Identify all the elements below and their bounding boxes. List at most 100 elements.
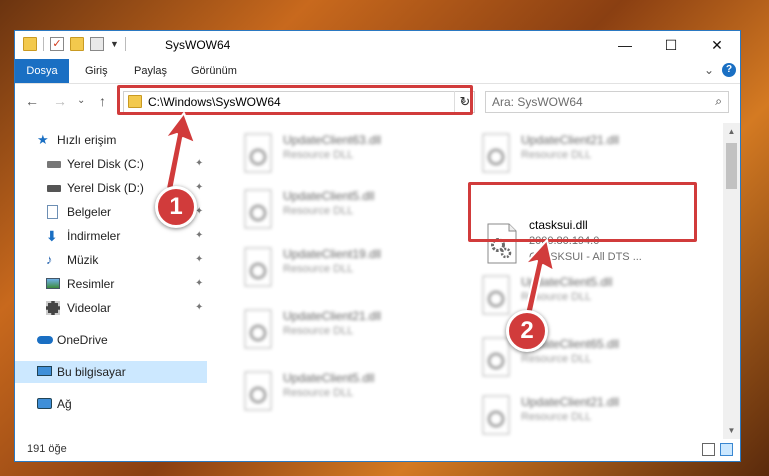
dll-file-icon [241,247,275,289]
pin-icon[interactable]: ✦ [195,153,203,175]
dll-file-icon [241,371,275,413]
rename-icon[interactable] [90,37,104,51]
file-name: UpdateClient21.dll [521,133,620,147]
file-item[interactable]: UpdateClient21.dll Resource DLL [471,129,701,179]
forward-button[interactable]: → [53,93,67,109]
star-icon: ★ [37,132,49,147]
file-list: UpdateClient63.dll Resource DLL UpdateCl… [213,123,723,439]
item-count: 191 öğe [27,443,67,455]
tab-home[interactable]: Giriş [85,59,108,83]
folder-icon[interactable] [23,37,37,51]
file-item[interactable]: UpdateClient5.dll Resource DLL [233,367,463,417]
details-view-icon[interactable] [702,443,715,456]
up-button[interactable]: ↑ [99,93,106,109]
file-description: Resource DLL [283,205,354,217]
dll-file-icon [479,275,513,317]
sidebar-item-label: İndirmeler [67,229,121,243]
customize-toolbar-icon[interactable]: ▼ [110,39,119,49]
search-placeholder: Ara: SysWOW64 [492,95,583,109]
file-highlight [468,182,697,242]
toolbar-separator [124,37,126,51]
dll-file-icon [241,309,275,351]
status-bar: 191 öğe [15,439,740,461]
sidebar-item-local-disk-c[interactable]: Yerel Disk (C:) ✦ [15,153,207,175]
pin-icon[interactable]: ✦ [195,273,203,295]
music-icon: ♪ [46,252,53,267]
toolbar-separator [43,37,44,51]
file-item[interactable]: UpdateClient65.dll Resource DLL [471,333,701,383]
sidebar-item-this-pc[interactable]: Bu bilgisayar [15,361,207,383]
drive-icon [47,161,61,168]
sidebar-item-downloads[interactable]: ⬇ İndirmeler ✦ [15,225,207,247]
sidebar-item-label: OneDrive [57,333,108,347]
recent-locations-button[interactable]: ⌄ [77,95,85,106]
file-name: UpdateClient5.dll [283,371,375,385]
dll-file-icon [241,133,275,175]
close-button[interactable]: ✕ [694,31,740,59]
search-icon[interactable]: ⌕ [715,94,722,109]
scrollbar-thumb[interactable] [726,143,737,189]
sidebar-item-network[interactable]: Ağ [15,393,207,415]
pictures-icon [46,278,60,289]
cloud-icon [37,336,53,344]
window-title: SysWOW64 [165,38,231,52]
file-description: Resource DLL [283,263,354,275]
new-folder-icon[interactable] [70,37,84,51]
tab-file[interactable]: Dosya [15,59,69,83]
sidebar-item-label: Bu bilgisayar [57,365,126,379]
sidebar-item-label: Müzik [67,253,99,267]
download-icon: ⬇ [46,228,58,244]
file-item[interactable]: UpdateClient5.dll Resource DLL [471,271,701,321]
dll-file-icon [479,337,513,379]
file-description: Resource DLL [521,291,592,303]
dll-file-icon [241,189,275,231]
sidebar-item-label: Belgeler [67,205,112,219]
sidebar-item-pictures[interactable]: Resimler ✦ [15,273,207,295]
dll-file-icon [479,395,513,437]
sidebar-item-videos[interactable]: Videolar ✦ [15,297,207,319]
sidebar-item-label: Ağ [57,397,72,411]
callout-badge-two: 2 [506,310,548,352]
file-item[interactable]: UpdateClient21.dll Resource DLL [471,391,701,439]
file-description: CTASKSUI - All DTS ... [529,251,642,263]
vertical-scrollbar[interactable]: ▲ ▼ [723,123,740,439]
file-item[interactable]: UpdateClient21.dll Resource DLL [233,305,463,355]
pin-icon[interactable]: ✦ [195,297,203,319]
address-bar-highlight [117,85,473,115]
tab-view[interactable]: Görünüm [191,59,237,83]
maximize-button[interactable]: ☐ [648,31,694,59]
sidebar-item-label: Resimler [67,277,115,291]
search-box[interactable]: Ara: SysWOW64 ⌕ [485,91,729,113]
sidebar-item-label: Hızlı erişim [57,133,117,147]
tiles-view-icon[interactable] [720,443,733,456]
pin-icon[interactable]: ✦ [195,225,203,247]
pin-icon[interactable]: ✦ [195,249,203,271]
tab-share[interactable]: Paylaş [134,59,167,83]
file-name: UpdateClient21.dll [283,309,382,323]
file-name: UpdateClient5.dll [283,189,375,203]
scroll-up-icon[interactable]: ▲ [723,123,740,140]
pin-icon[interactable]: ✦ [195,177,203,199]
file-description: Resource DLL [283,387,354,399]
expand-ribbon-icon[interactable]: ⌄ [704,63,714,77]
file-item[interactable]: UpdateClient63.dll Resource DLL [233,129,463,179]
help-icon[interactable]: ? [722,63,736,77]
file-item[interactable]: UpdateClient19.dll Resource DLL [233,243,463,293]
sidebar-item-label: Videolar [67,301,111,315]
file-name: UpdateClient21.dll [521,395,620,409]
file-name: UpdateClient5.dll [521,275,613,289]
minimize-button[interactable]: — [602,31,648,59]
navigation-pane: ★ Hızlı erişim Yerel Disk (C:) ✦ Yerel D… [15,123,207,439]
sidebar-item-music[interactable]: ♪ Müzik ✦ [15,249,207,271]
computer-icon [37,366,52,376]
window-controls: — ☐ ✕ [602,31,740,59]
file-name: UpdateClient19.dll [283,247,382,261]
ribbon-right-controls: ⌄ ? [704,63,736,77]
properties-check-icon[interactable]: ✓ [50,37,64,51]
sidebar-item-quick-access[interactable]: ★ Hızlı erişim [15,129,207,151]
file-item[interactable]: UpdateClient5.dll Resource DLL [233,185,463,235]
sidebar-item-onedrive[interactable]: OneDrive [15,329,207,351]
network-icon [37,398,52,409]
scroll-down-icon[interactable]: ▼ [723,422,740,439]
back-button[interactable]: ← [25,93,39,109]
